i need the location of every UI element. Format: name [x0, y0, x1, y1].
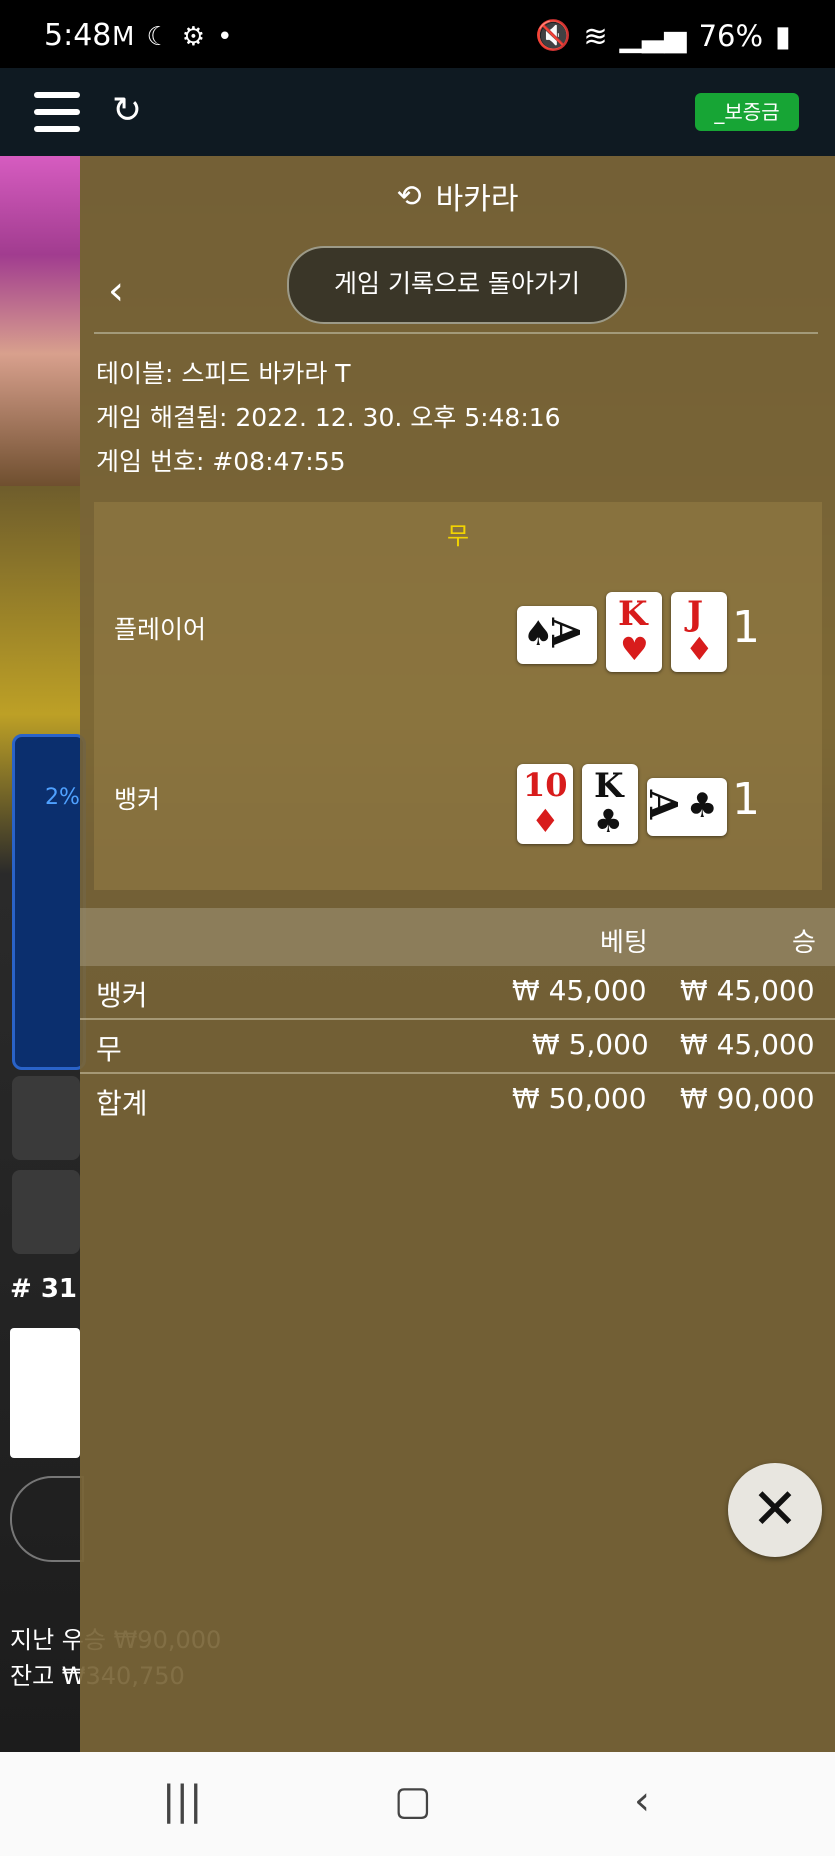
deposit-button[interactable]: _보증금: [695, 93, 799, 131]
back-to-history-button[interactable]: 게임 기록으로 돌아가기: [287, 246, 627, 324]
card-rank: A: [543, 617, 589, 648]
card-rank: K: [594, 766, 624, 806]
bet-name: 합계: [96, 1087, 148, 1120]
player-label: 플레이어: [114, 615, 207, 644]
round-number: # 31: [10, 1274, 78, 1304]
card-rank: K: [618, 594, 648, 634]
home-icon[interactable]: ▢: [394, 1778, 432, 1824]
wifi-icon: ≋: [583, 18, 608, 53]
win-amount: ₩ 45,000: [680, 1028, 815, 1061]
menu-icon[interactable]: [34, 92, 80, 132]
game-number: 게임 번호: #08:47:55: [96, 447, 346, 476]
card-rank: 10: [523, 766, 568, 804]
dealer-video: [0, 156, 80, 486]
player-card-1: ♠ A: [517, 606, 597, 664]
player-score: 1: [732, 602, 760, 653]
table-name: 테이블: 스피드 바카라 T: [96, 359, 351, 388]
gmail-icon: M: [112, 22, 135, 52]
back-chevron-icon[interactable]: ‹: [108, 268, 124, 314]
col-bet: 베팅: [600, 928, 648, 958]
moon-icon: ☾: [146, 22, 170, 52]
player-bonus-button[interactable]: [12, 1076, 80, 1160]
card-rank: J: [687, 594, 704, 634]
player-card-3: J ♦: [671, 592, 727, 672]
player-bet-area[interactable]: 2%: [12, 734, 86, 1070]
banker-label: 뱅커: [114, 785, 161, 814]
close-icon[interactable]: ✕: [728, 1463, 822, 1557]
win-amount: ₩ 90,000: [680, 1082, 815, 1115]
card-suit: ♦: [531, 802, 560, 840]
history-icon: ⟲: [396, 178, 422, 214]
status-time: 5:48: [44, 18, 112, 53]
win-amount: ₩ 45,000: [680, 974, 815, 1007]
settings-icon: ⚙: [181, 22, 206, 52]
card-suit: ♥: [620, 630, 649, 668]
bet-row: 무 ₩ 5,000 ₩ 45,000: [80, 1020, 835, 1074]
mute-icon: 🔇: [535, 18, 572, 52]
chip-selector[interactable]: [10, 1476, 84, 1562]
banker-score: 1: [732, 774, 760, 825]
reload-icon[interactable]: ↻: [112, 90, 142, 131]
recent-apps-icon[interactable]: |||: [162, 1778, 202, 1824]
dot-icon: •: [217, 22, 233, 52]
card-suit: ♦: [685, 630, 714, 668]
banker-card-2: K ♣: [582, 764, 638, 844]
battery-icon: ▮: [775, 18, 791, 53]
bet-name: 무: [96, 1033, 122, 1066]
panel-title-text: 바카라: [435, 182, 519, 217]
divider: [94, 332, 818, 334]
bet-amount: ₩ 45,000: [512, 974, 647, 1007]
player-pair-button[interactable]: [12, 1170, 80, 1254]
nav-bar: ||| ▢ ‹: [0, 1752, 835, 1856]
card-suit: ♣: [687, 786, 718, 826]
bet-name: 뱅커: [96, 979, 148, 1012]
player-card-2: K ♥: [606, 592, 662, 672]
banker-card-1: 10 ♦: [517, 764, 573, 844]
result-box: 무 플레이어 ♠ A K ♥ J ♦ 1 뱅커 10 ♦ K ♣ A ♣ 1: [94, 502, 822, 890]
signal-icon: ▁▃▅: [619, 18, 687, 53]
resolved-time: 게임 해결됨: 2022. 12. 30. 오후 5:48:16: [96, 403, 561, 432]
bet-amount: ₩ 5,000: [532, 1028, 649, 1061]
col-win: 승: [792, 928, 816, 958]
panel-title: ⟲ 바카라: [80, 156, 835, 236]
banker-card-3: A ♣: [641, 778, 727, 836]
card-rank: A: [641, 789, 687, 820]
status-bar: 5:48 M ☾ ⚙ • 🔇 ≋ ▁▃▅ 76% ▮: [0, 0, 835, 68]
roadmap: [10, 1328, 80, 1458]
card-suit: ♣: [594, 802, 623, 840]
back-icon[interactable]: ‹: [634, 1778, 650, 1824]
result-label: 무: [446, 522, 470, 550]
bet-percent: 2%: [45, 785, 80, 810]
bet-table-header: 베팅 승: [80, 908, 835, 966]
bet-row: 뱅커 ₩ 45,000 ₩ 45,000: [80, 966, 835, 1020]
battery-percent: 76%: [698, 18, 764, 53]
game-history-panel: ⟲ 바카라 ‹ 게임 기록으로 돌아가기 테이블: 스피드 바카라 T 게임 해…: [80, 156, 835, 1752]
bet-amount: ₩ 50,000: [512, 1082, 647, 1115]
bet-total-row: 합계 ₩ 50,000 ₩ 90,000: [80, 1074, 835, 1126]
